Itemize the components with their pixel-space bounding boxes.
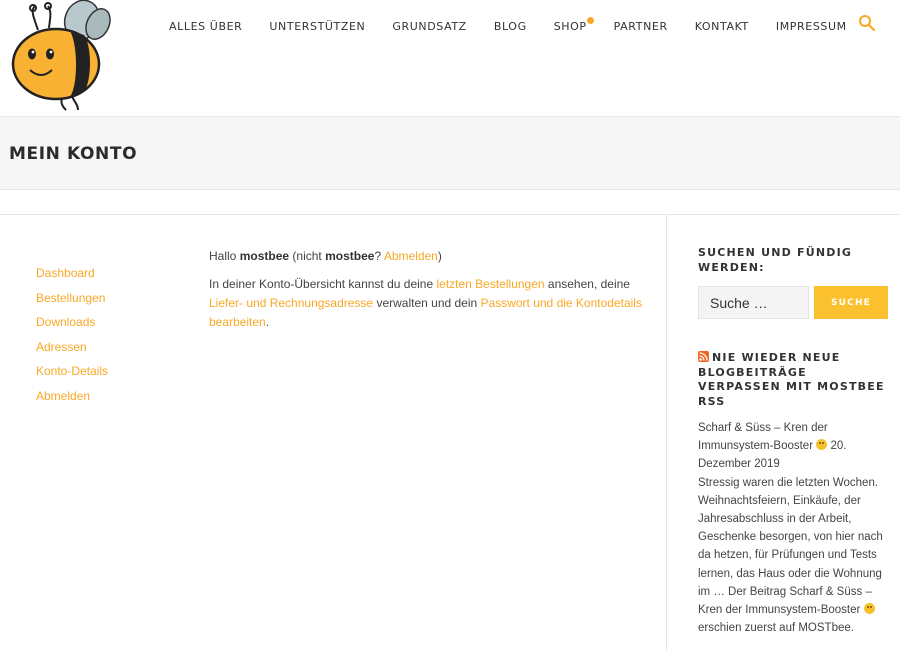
nav-item-shop-label: SHOP <box>553 20 587 33</box>
greeting-hello: Hallo <box>209 249 237 263</box>
rss-post: Scharf & Süss – Kren der Immunsystem-Boo… <box>698 419 890 637</box>
sidebar: SUCHEN UND FÜNDIG WERDEN: SUCHE NIE WIED… <box>698 246 890 634</box>
rss-post-title[interactable]: Scharf & Süss – Kren der Immunsystem-Boo… <box>698 422 828 452</box>
nav-item-shop[interactable]: SHOP <box>553 17 594 33</box>
face-emoji-icon <box>863 603 875 615</box>
search-icon[interactable] <box>858 14 876 32</box>
account-dashboard-content: Hallo mostbee (nicht mostbee? Abmelden) … <box>209 247 649 341</box>
greeting-not: (nicht <box>292 249 322 263</box>
content-divider <box>0 214 900 215</box>
site-header: ALLES ÜBER UNTERSTÜTZEN GRUNDSATZ BLOG S… <box>0 0 900 117</box>
sidebar-divider <box>666 214 667 650</box>
rss-widget-title-text: NIE WIEDER NEUE BLOGBEITRÄGE VERPASSEN M… <box>698 351 885 408</box>
logout-link[interactable]: Abmelden <box>384 249 438 263</box>
account-nav-adressen[interactable]: Adressen <box>36 338 108 363</box>
nav-item-grundsatz[interactable]: GRUNDSATZ <box>392 20 466 33</box>
account-nav-downloads[interactable]: Downloads <box>36 313 108 338</box>
username-repeat: mostbee <box>325 249 375 263</box>
rss-widget: NIE WIEDER NEUE BLOGBEITRÄGE VERPASSEN M… <box>698 351 890 637</box>
bee-logo[interactable] <box>8 0 112 114</box>
addresses-link[interactable]: Liefer- und Rechnungsadresse <box>209 296 373 310</box>
nav-item-blog[interactable]: BLOG <box>494 20 527 33</box>
intro-text-1: In deiner Konto-Übersicht kannst du dein… <box>209 277 434 291</box>
account-nav-dashboard[interactable]: Dashboard <box>36 264 108 289</box>
intro-text-4: . <box>265 315 270 329</box>
dashboard-intro: In deiner Konto-Übersicht kannst du dein… <box>209 275 649 332</box>
account-nav-konto-details[interactable]: Konto-Details <box>36 362 108 387</box>
greeting-text: Hallo mostbee (nicht mostbee? Abmelden) <box>209 247 649 266</box>
shop-notification-dot <box>586 17 594 24</box>
page-title: MEIN KONTO <box>9 144 138 164</box>
nav-item-impressum[interactable]: IMPRESSUM <box>776 20 847 33</box>
greeting-close: ) <box>437 249 442 263</box>
rss-post-footer: erschien zuerst auf MOSTbee. <box>698 622 854 635</box>
username: mostbee <box>239 249 290 263</box>
account-nav-bestellungen[interactable]: Bestellungen <box>36 289 108 314</box>
nav-item-alles-ueber[interactable]: ALLES ÜBER <box>169 20 242 33</box>
rss-icon[interactable] <box>698 351 709 362</box>
account-nav-abmelden[interactable]: Abmelden <box>36 387 108 412</box>
search-widget-title: SUCHEN UND FÜNDIG WERDEN: <box>698 246 853 274</box>
search-input[interactable] <box>698 286 809 319</box>
nav-item-partner[interactable]: PARTNER <box>614 20 668 33</box>
main-nav: ALLES ÜBER UNTERSTÜTZEN GRUNDSATZ BLOG S… <box>169 17 847 33</box>
greeting-question: ? <box>374 249 382 263</box>
account-navigation: Dashboard Bestellungen Downloads Adresse… <box>36 264 108 412</box>
nav-item-unterstuetzen[interactable]: UNTERSTÜTZEN <box>269 20 365 33</box>
intro-text-3: verwalten und dein <box>376 296 478 310</box>
page-title-band: MEIN KONTO <box>0 118 900 190</box>
rss-widget-title: NIE WIEDER NEUE BLOGBEITRÄGE VERPASSEN M… <box>698 351 890 409</box>
face-emoji-icon <box>816 439 828 451</box>
search-button[interactable]: SUCHE <box>814 286 888 319</box>
rss-post-excerpt: Stressig waren die letzten Wochen. Weihn… <box>698 476 883 617</box>
intro-text-2: ansehen, deine <box>547 277 630 291</box>
nav-item-kontakt[interactable]: KONTAKT <box>695 20 749 33</box>
search-form: SUCHE <box>698 286 888 319</box>
recent-orders-link[interactable]: letzten Bestellungen <box>436 277 544 291</box>
